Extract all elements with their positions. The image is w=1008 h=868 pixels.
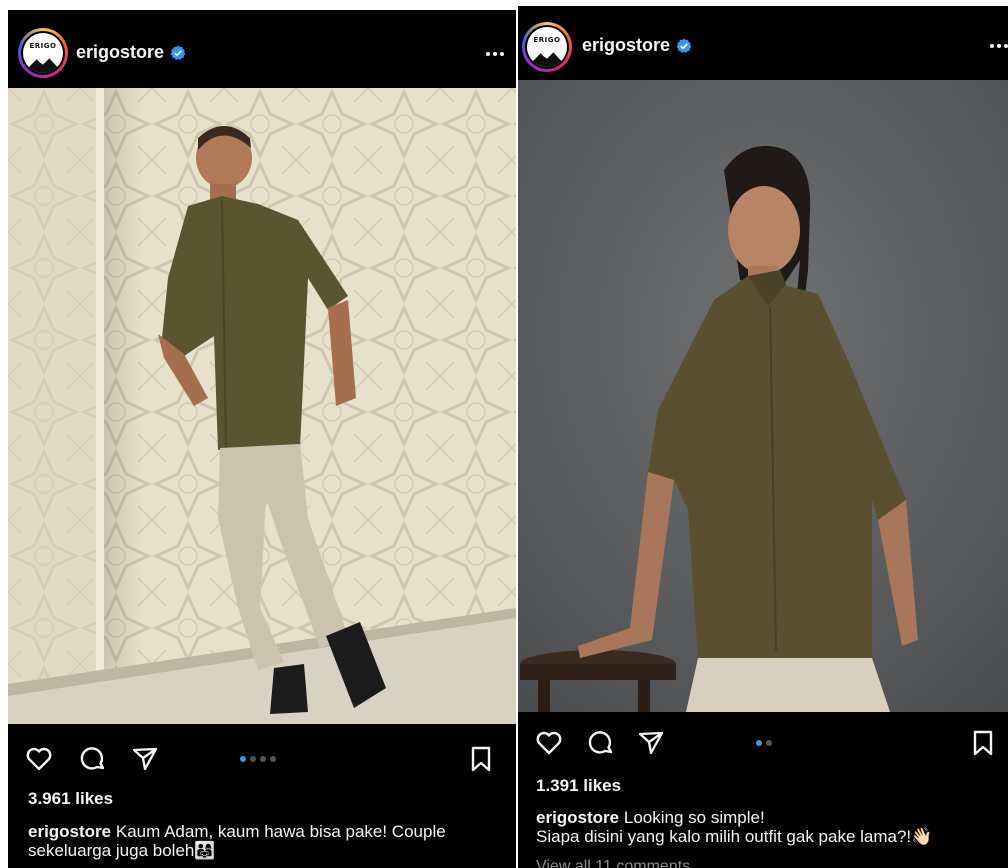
avatar[interactable]: ERIGO (522, 22, 572, 72)
carousel-dot (260, 756, 266, 762)
more-icon[interactable] (486, 52, 504, 56)
more-icon[interactable] (990, 44, 1008, 48)
likes-count[interactable]: 1.391 likes (536, 776, 621, 796)
verified-icon (170, 45, 186, 60)
carousel-dots (756, 740, 772, 746)
carousel-dot (270, 756, 276, 762)
mountain-logo-icon (23, 57, 63, 73)
comment-icon[interactable] (586, 728, 616, 758)
post-caption: erigostore Kaum Adam, kaum hawa bisa pak… (28, 822, 508, 860)
action-bar (8, 736, 516, 784)
bookmark-icon[interactable] (466, 744, 496, 774)
heart-icon[interactable] (24, 744, 54, 774)
post-header: ERIGO erigostore (8, 10, 516, 88)
username-link[interactable]: erigostore (76, 42, 186, 63)
carousel-dot (756, 740, 762, 746)
likes-count[interactable]: 3.961 likes (28, 789, 113, 809)
verified-icon (676, 38, 692, 53)
post-photo (8, 88, 516, 724)
avatar-logo-text: ERIGO (29, 42, 57, 50)
avatar-logo-text: ERIGO (533, 36, 561, 44)
post-card: ERIGO erigostore (8, 10, 516, 868)
post-header: ERIGO erigostore (518, 6, 1008, 80)
post-image[interactable] (518, 80, 1008, 712)
post-photo (518, 80, 1008, 712)
caption-emoji: 👨‍👩‍👧 (194, 841, 216, 860)
caption-text-line1: Kaum Adam, kaum hawa bisa pake! Couple (115, 822, 446, 841)
heart-icon[interactable] (534, 728, 564, 758)
comment-icon[interactable] (78, 744, 108, 774)
share-icon[interactable] (130, 744, 160, 774)
bookmark-icon[interactable] (968, 728, 998, 758)
caption-text-line2: sekeluarga juga boleh (28, 841, 195, 860)
caption-emoji: 👋🏻 (911, 827, 933, 846)
carousel-dot (766, 740, 772, 746)
carousel-dot (250, 756, 256, 762)
avatar[interactable]: ERIGO (18, 28, 68, 78)
post-image[interactable] (8, 88, 516, 724)
post-caption: erigostore Looking so simple! Siapa disi… (536, 808, 1006, 846)
action-bar (518, 722, 1008, 770)
share-icon[interactable] (636, 728, 666, 758)
caption-text-line2: Siapa disini yang kalo milih outfit gak … (536, 827, 912, 846)
view-comments-link[interactable]: View all 11 comments (536, 858, 690, 868)
caption-username[interactable]: erigostore (28, 822, 111, 841)
carousel-dots (240, 756, 276, 762)
caption-text-line1: Looking so simple! (623, 808, 765, 827)
post-card: ERIGO erigostore (518, 6, 1008, 868)
carousel-dot (240, 756, 246, 762)
username-link[interactable]: erigostore (582, 35, 692, 56)
caption-username[interactable]: erigostore (536, 808, 619, 827)
mountain-logo-icon (527, 51, 567, 67)
